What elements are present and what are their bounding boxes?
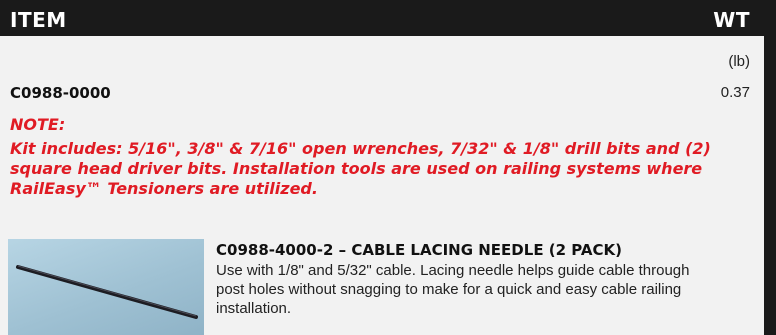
note-title: NOTE: <box>10 115 66 134</box>
item-code: C0988-0000 <box>10 84 111 102</box>
item-weight: 0.37 <box>720 84 750 101</box>
product-title: C0988-4000-2 – CABLE LACING NEEDLE (2 PA… <box>216 241 623 259</box>
column-header-weight: WT <box>713 8 750 32</box>
note-body: Kit includes: 5/16", 3/8" & 7/16" open w… <box>10 139 711 198</box>
right-border-rule <box>764 36 776 335</box>
lacing-needle-photo <box>8 239 204 335</box>
column-header-item: ITEM <box>10 8 67 32</box>
weight-unit-label: (lb) <box>728 53 750 70</box>
product-description: Use with 1/8" and 5/32" cable. Lacing ne… <box>216 262 690 317</box>
table-header-bar: ITEM WT <box>0 0 776 36</box>
needle-image <box>16 265 198 319</box>
